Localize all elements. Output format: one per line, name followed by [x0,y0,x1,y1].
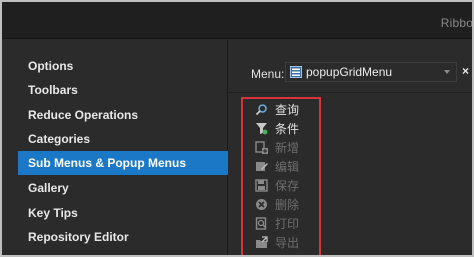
query-icon [255,104,267,116]
designer-window: Ribbon Options Toolbars Reduce Operation… [0,0,474,257]
sidebar-item-toolbars[interactable]: Toolbars [18,78,228,102]
popup-item-label: 删除 [275,198,300,212]
delete-icon [256,199,267,210]
menu-label: Menu: [251,67,285,81]
ribbon-label: Ribbon [440,16,474,30]
popup-item-save[interactable]: 保存 [251,177,315,195]
popup-item-label: 编辑 [275,160,300,174]
popup-item-delete[interactable]: 删除 [251,196,315,214]
popup-item-add[interactable]: 新增 [251,139,315,157]
popup-item-edit[interactable]: 编辑 [251,158,315,176]
menu-select[interactable]: popupGridMenu [285,62,457,82]
sidebar-item-reduce-operations[interactable]: Reduce Operations [18,103,228,127]
menu-select-value: popupGridMenu [306,65,393,79]
sidebar-item-options[interactable]: Options [18,54,228,78]
save-icon [255,179,268,192]
print-icon [255,217,267,230]
popup-item-label: 打印 [275,217,300,231]
sidebar-item-sub-menus-popup-menus[interactable]: Sub Menus & Popup Menus [18,151,228,175]
clear-button[interactable]: × [462,65,469,77]
popup-item-query[interactable]: 查询 [251,101,315,119]
add-icon [255,141,268,154]
filter-icon [256,123,268,135]
popup-item-print[interactable]: 打印 [251,215,315,233]
popup-item-filter[interactable]: 条件 [251,120,315,138]
sidebar: Options Toolbars Reduce Operations Categ… [10,40,228,255]
editor-panel: Menu: popupGridMenu × 查询 条件 新增 编辑 保存 删除 … [229,40,472,255]
popup-item-label: 条件 [275,122,300,136]
edit-icon [256,162,268,171]
sidebar-item-repository-editor[interactable]: Repository Editor [18,225,228,249]
popup-item-label: 查询 [275,103,300,117]
popup-item-export[interactable]: 导出 [251,234,315,252]
divider [229,92,472,93]
sidebar-item-key-tips[interactable]: Key Tips [18,201,228,225]
sidebar-item-gallery[interactable]: Gallery [18,176,228,200]
popup-item-label: 导出 [275,236,300,250]
export-icon [256,236,268,248]
popup-menu-preview: 查询 条件 新增 编辑 保存 删除 打印 导出 [241,97,321,255]
popup-menu-icon [290,66,302,78]
popup-item-label: 保存 [275,179,300,193]
chevron-down-icon[interactable] [444,70,450,74]
title-bar: Ribbon [2,2,472,39]
popup-item-label: 新增 [275,141,300,155]
sidebar-item-categories[interactable]: Categories [18,127,228,151]
